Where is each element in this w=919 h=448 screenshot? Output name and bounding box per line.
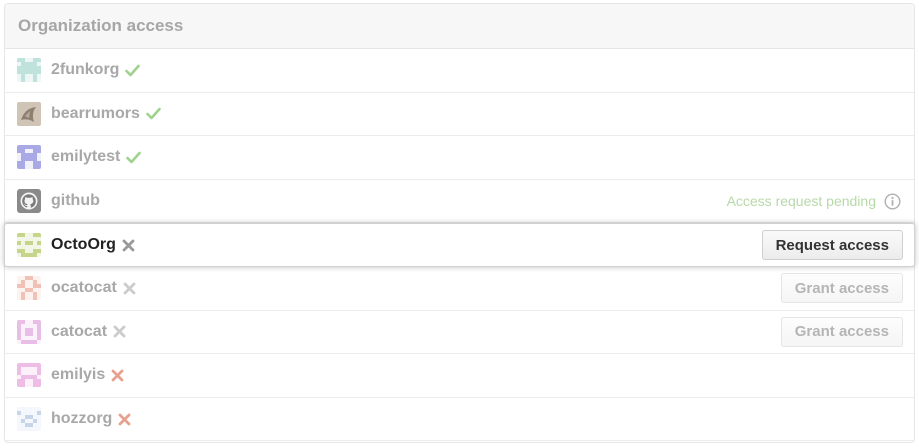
org-name: catocat: [51, 322, 108, 340]
org-avatar: [17, 58, 41, 83]
info-icon[interactable]: [884, 193, 901, 210]
check-icon: [126, 151, 142, 164]
org-avatar: [17, 276, 41, 301]
org-name: github: [51, 192, 100, 210]
org-row-ocatocat: ocatocat Grant access: [5, 267, 914, 311]
check-icon: [125, 64, 141, 77]
panel-header: Organization access: [5, 4, 914, 49]
org-name: emilytest: [51, 148, 121, 166]
organization-access-panel: Organization access 2funkorg bearrumors …: [4, 3, 915, 443]
org-row-octoorg: OctoOrg Request access: [4, 223, 915, 267]
org-name: OctoOrg: [51, 236, 116, 253]
org-row-emilyis: emilyis: [5, 354, 914, 398]
grant-access-button[interactable]: Grant access: [780, 273, 903, 304]
org-name: bearrumors: [51, 104, 140, 122]
x-icon: [123, 282, 136, 295]
pending-status: Access request pending: [727, 193, 901, 210]
org-avatar: [17, 407, 41, 432]
row-actions: Grant access: [780, 316, 903, 347]
request-access-button[interactable]: Request access: [761, 230, 903, 260]
org-avatar: [17, 233, 41, 257]
org-row-catocat: catocat Grant access: [5, 311, 914, 355]
org-avatar: [17, 363, 41, 388]
org-row-bearrumors: bearrumors: [5, 93, 914, 137]
org-name: emilyis: [51, 366, 106, 384]
row-actions: Grant access: [780, 273, 903, 304]
pending-text: Access request pending: [726, 193, 876, 210]
x-icon: [118, 413, 131, 426]
x-icon: [111, 369, 124, 382]
x-icon: [122, 239, 135, 252]
org-name: hozzorg: [51, 410, 113, 428]
x-icon: [113, 325, 126, 338]
grant-access-button[interactable]: Grant access: [780, 316, 903, 347]
org-name: 2funkorg: [51, 61, 120, 79]
org-row-2funkorg: 2funkorg: [5, 49, 914, 93]
row-actions: Request access: [761, 230, 903, 260]
github-octocat-icon: [17, 189, 41, 214]
org-avatar: [17, 145, 41, 170]
org-avatar: [17, 101, 41, 126]
org-row-emilytest: emilytest: [5, 136, 914, 180]
panel-title: Organization access: [18, 16, 184, 35]
org-avatar: [17, 319, 41, 344]
org-row-github: github Access request pending: [5, 180, 914, 224]
org-row-hozzorg: hozzorg: [5, 398, 914, 442]
org-name: ocatocat: [51, 279, 117, 297]
check-icon: [146, 107, 161, 120]
